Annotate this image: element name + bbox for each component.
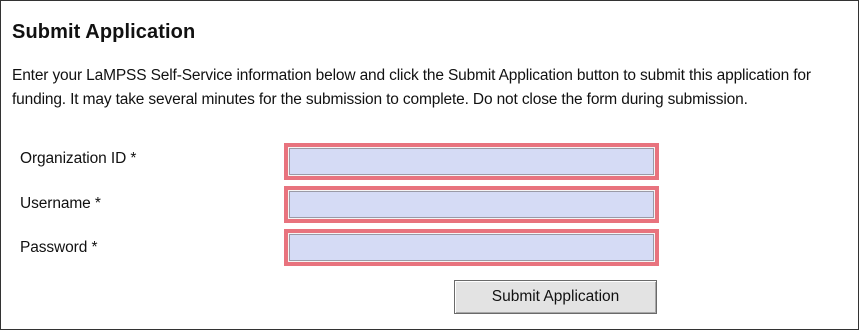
submit-application-button[interactable]: Submit Application <box>454 280 657 314</box>
organization-id-field-wrapper <box>284 143 659 180</box>
username-label: Username * <box>20 195 101 212</box>
organization-id-input[interactable] <box>289 148 654 175</box>
submit-application-panel: Submit Application Enter your LaMPSS Sel… <box>0 0 859 330</box>
password-label: Password * <box>20 239 98 256</box>
organization-id-label: Organization ID * <box>20 150 137 167</box>
username-input[interactable] <box>289 191 654 218</box>
password-field-wrapper <box>284 229 659 266</box>
username-field-wrapper <box>284 186 659 223</box>
password-input[interactable] <box>289 234 654 261</box>
instructions-text: Enter your LaMPSS Self-Service informati… <box>12 67 811 108</box>
panel-title: Submit Application <box>12 21 196 43</box>
